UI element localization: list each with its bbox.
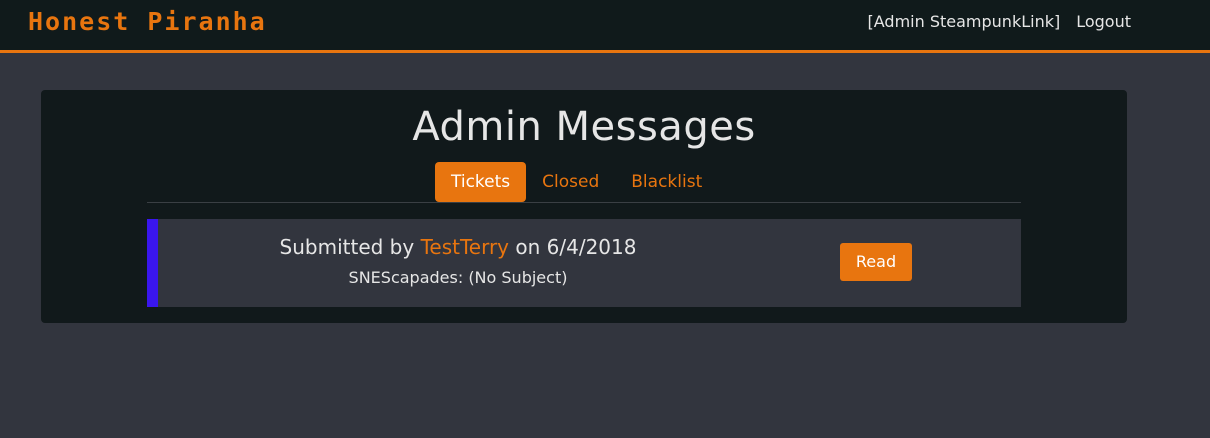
ticket-date: on 6/4/2018 [515,235,637,259]
page-title: Admin Messages [412,104,756,150]
ticket-submitted-prefix: Submitted by [279,235,415,259]
brand-logo-link[interactable]: Honest Piranha [28,7,267,36]
tab-tickets[interactable]: Tickets [435,162,527,202]
logout-link[interactable]: Logout [1076,12,1131,31]
tab-blacklist[interactable]: Blacklist [615,162,718,202]
tab-closed[interactable]: Closed [526,162,615,202]
navbar: Honest Piranha [Admin SteampunkLink] Log… [0,0,1210,53]
ticket-submitted-line: Submitted by TestTerry on 6/4/2018 [158,235,758,259]
ticket-subject: SNEScapades: (No Subject) [348,268,568,287]
message-tabs: Tickets Closed Blacklist [435,162,718,202]
ticket-user-link[interactable]: TestTerry [421,235,509,259]
user-nav: [Admin SteampunkLink] Logout [868,12,1131,31]
ticket-item: Submitted by TestTerry on 6/4/2018 SNESc… [147,219,1021,307]
admin-user-link[interactable]: [Admin SteampunkLink] [868,12,1061,31]
read-button[interactable]: Read [840,243,912,281]
tabs-divider [147,202,1021,203]
